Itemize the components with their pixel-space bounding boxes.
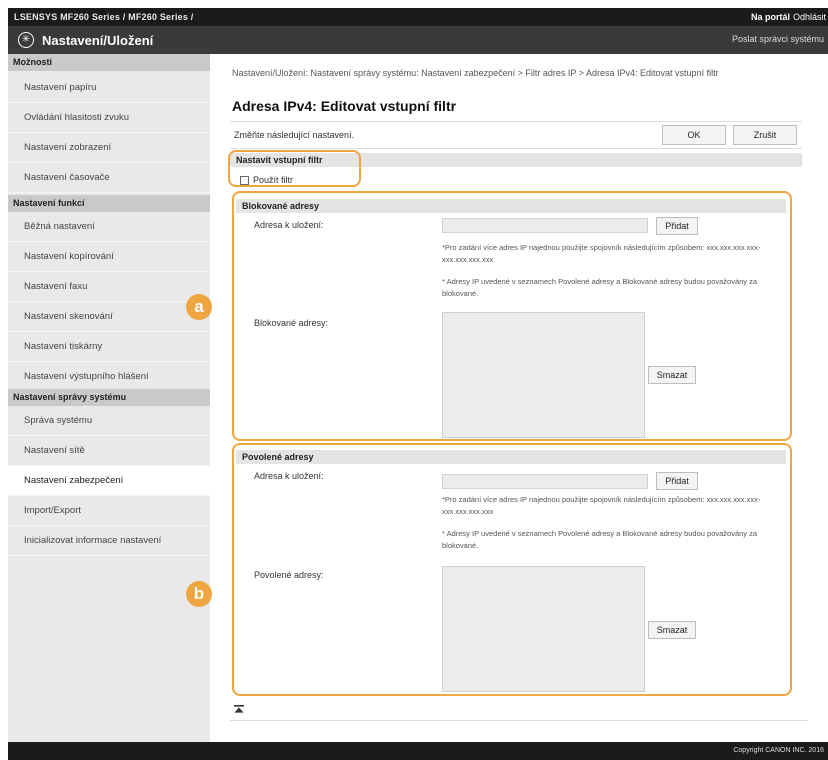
scroll-to-top-icon[interactable] <box>234 705 244 713</box>
mail-admin-link[interactable]: Poslat správci systému <box>732 34 824 44</box>
instruction-row: Změňte následující nastavení. OK Zrušit <box>230 121 802 149</box>
content-divider <box>230 720 808 721</box>
sidebar-section-system: Nastavení správy systému <box>8 389 210 406</box>
sidebar-item-fax[interactable]: Nastavení faxu <box>8 272 210 302</box>
sidebar-item-scan[interactable]: Nastavení skenování <box>8 302 210 332</box>
logout-link[interactable]: Odhlásit <box>793 12 826 22</box>
sidebar-item-initialize[interactable]: Inicializovat informace nastavení <box>8 526 210 556</box>
sidebar-item-security[interactable]: Nastavení zabezpečení <box>8 466 210 496</box>
blocked-section-highlight <box>232 191 792 441</box>
settings-gear-icon: ✳ <box>18 32 34 48</box>
page-header-title: Nastavení/Uložení <box>42 33 154 48</box>
sidebar-item-display[interactable]: Nastavení zobrazení <box>8 133 210 163</box>
sidebar-item-timer[interactable]: Nastavení časovače <box>8 163 210 193</box>
top-bar: LSENSYS MF260 Series / MF260 Series / Na… <box>8 8 828 26</box>
sidebar-item-common[interactable]: Běžná nastavení <box>8 212 210 242</box>
sidebar-item-network[interactable]: Nastavení sítě <box>8 436 210 466</box>
sidebar-section-options: Možnosti <box>8 54 210 71</box>
sidebar-item-system-management[interactable]: Správa systému <box>8 406 210 436</box>
sidebar-item-printer[interactable]: Nastavení tiskárny <box>8 332 210 362</box>
input-filter-highlight <box>228 150 361 187</box>
footer: Copyright CANON INC. 2016 <box>8 742 828 760</box>
sidebar-item-import-export[interactable]: Import/Export <box>8 496 210 526</box>
allowed-section-highlight <box>232 443 792 696</box>
badge-a: a <box>186 294 212 320</box>
sidebar-item-paper[interactable]: Nastavení papíru <box>8 73 210 103</box>
page-title: Adresa IPv4: Editovat vstupní filtr <box>232 98 457 114</box>
ok-button[interactable]: OK <box>662 125 726 145</box>
device-model-label: LSENSYS MF260 Series / MF260 Series / <box>14 12 194 22</box>
main-content: Nastavení/Uložení: Nastavení správy syst… <box>186 54 828 742</box>
breadcrumb: Nastavení/Uložení: Nastavení správy syst… <box>232 68 719 78</box>
sidebar-item-volume[interactable]: Ovládání hlasitosti zvuku <box>8 103 210 133</box>
title-bar: ✳ Nastavení/Uložení Poslat správci systé… <box>8 26 828 54</box>
sidebar: Možnosti Nastavení papíru Ovládání hlasi… <box>8 54 210 742</box>
sidebar-section-functions: Nastavení funkcí <box>8 195 210 212</box>
sidebar-item-copy[interactable]: Nastavení kopírování <box>8 242 210 272</box>
cancel-button[interactable]: Zrušit <box>733 125 797 145</box>
copyright-text: Copyright CANON INC. 2016 <box>733 747 824 754</box>
sidebar-item-report[interactable]: Nastavení výstupního hlášení <box>8 362 210 392</box>
portal-link[interactable]: Na portál <box>751 12 790 22</box>
badge-b: b <box>186 581 212 607</box>
instruction-text: Změňte následující nastavení. <box>234 130 355 140</box>
